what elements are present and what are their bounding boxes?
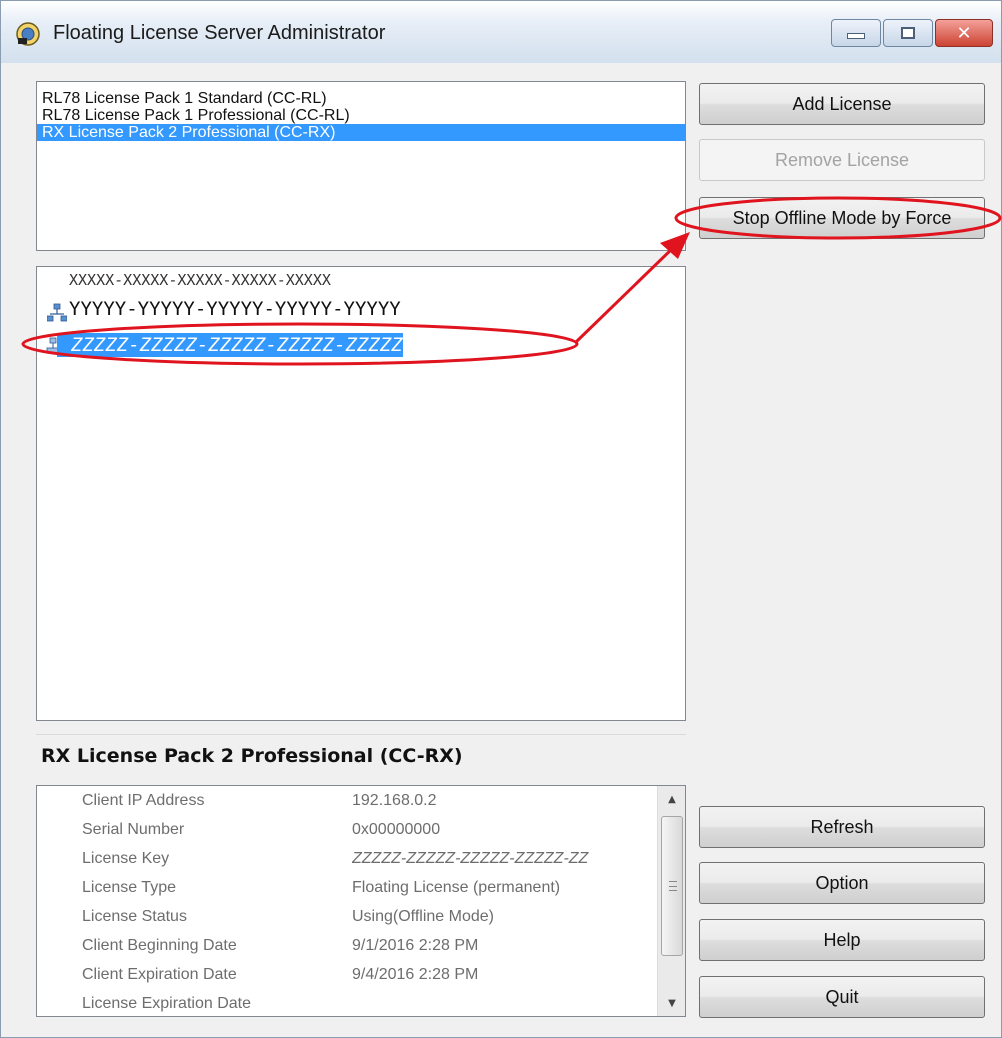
minimize-icon	[847, 33, 865, 39]
property-value: 192.168.0.2	[352, 792, 437, 809]
property-name: License Type	[82, 879, 176, 896]
list-item[interactable]: RL78 License Pack 1 Standard (CC-RL)	[37, 90, 685, 107]
title-bar[interactable]: Floating License Server Administrator ✕	[1, 1, 1001, 63]
tree-item[interactable]: YYYYY-YYYYY-YYYYY-YYYYY-YYYYY	[69, 298, 401, 320]
property-row[interactable]: License Status Using(Offline Mode)	[37, 902, 657, 931]
scroll-thumb[interactable]	[661, 816, 683, 956]
license-admin-window: Floating License Server Administrator ✕ …	[0, 0, 1002, 1038]
option-button[interactable]: Option	[699, 862, 985, 904]
list-item[interactable]: RL78 License Pack 1 Professional (CC-RL)	[37, 107, 685, 124]
property-scrollbar[interactable]: ▲ ▼	[657, 786, 685, 1016]
property-name: License Key	[82, 850, 170, 867]
help-button[interactable]: Help	[699, 919, 985, 961]
tree-item-selected[interactable]: ZZZZZ-ZZZZZ-ZZZZZ-ZZZZZ-ZZZZZ	[57, 333, 403, 357]
property-name: Client IP Address	[82, 792, 205, 809]
list-item-selected[interactable]: RX License Pack 2 Professional (CC-RX)	[37, 124, 685, 141]
property-row[interactable]: Client IP Address 192.168.0.2	[37, 786, 657, 815]
quit-button[interactable]: Quit	[699, 976, 985, 1018]
property-value: Floating License (permanent)	[352, 879, 561, 896]
window-title: Floating License Server Administrator	[53, 22, 386, 44]
property-name: Client Expiration Date	[82, 966, 237, 983]
stop-offline-mode-button[interactable]: Stop Offline Mode by Force	[699, 197, 985, 239]
property-row[interactable]: License Type Floating License (permanent…	[37, 873, 657, 902]
scroll-up-arrow-icon[interactable]: ▲	[658, 786, 685, 812]
property-row[interactable]: Client Expiration Date 9/4/2016 2:28 PM	[37, 960, 657, 989]
property-name: License Expiration Date	[82, 995, 251, 1012]
close-icon: ✕	[956, 22, 972, 44]
refresh-button[interactable]: Refresh	[699, 806, 985, 848]
license-key-tree[interactable]: XXXXX-XXXXX-XXXXX-XXXXX-XXXXX YYYYY-YYYY…	[36, 266, 686, 721]
property-row[interactable]: License Expiration Date	[37, 989, 657, 1016]
add-license-button[interactable]: Add License	[699, 83, 985, 125]
maximize-icon	[901, 27, 915, 39]
property-row[interactable]: License Key ZZZZZ-ZZZZZ-ZZZZZ-ZZZZZ-ZZ	[37, 844, 657, 873]
scroll-down-arrow-icon[interactable]: ▼	[658, 990, 685, 1016]
property-name: License Status	[82, 908, 187, 925]
app-icon	[16, 22, 40, 46]
property-value: Using(Offline Mode)	[352, 908, 494, 925]
property-grid[interactable]: Client IP Address 192.168.0.2 Serial Num…	[36, 785, 686, 1017]
network-client-icon	[47, 303, 67, 322]
property-value: 9/4/2016 2:28 PM	[352, 966, 479, 983]
property-value: 9/1/2016 2:28 PM	[352, 937, 479, 954]
close-button[interactable]: ✕	[935, 19, 993, 47]
property-row[interactable]: Client Beginning Date 9/1/2016 2:28 PM	[37, 931, 657, 960]
tree-item[interactable]: XXXXX-XXXXX-XXXXX-XXXXX-XXXXX	[69, 271, 331, 289]
property-row[interactable]: Serial Number 0x00000000	[37, 815, 657, 844]
property-value: 0x00000000	[352, 821, 441, 838]
maximize-button[interactable]	[883, 19, 933, 47]
minimize-button[interactable]	[831, 19, 881, 47]
property-name: Serial Number	[82, 821, 185, 838]
property-name: Client Beginning Date	[82, 937, 237, 954]
remove-license-button[interactable]: Remove License	[699, 139, 985, 181]
grip-icon	[669, 881, 677, 891]
detail-title: RX License Pack 2 Professional (CC-RX)	[36, 734, 686, 772]
property-value: ZZZZZ-ZZZZZ-ZZZZZ-ZZZZZ-ZZ	[352, 850, 589, 867]
product-list[interactable]: RL78 License Pack 1 Standard (CC-RL) RL7…	[36, 81, 686, 251]
